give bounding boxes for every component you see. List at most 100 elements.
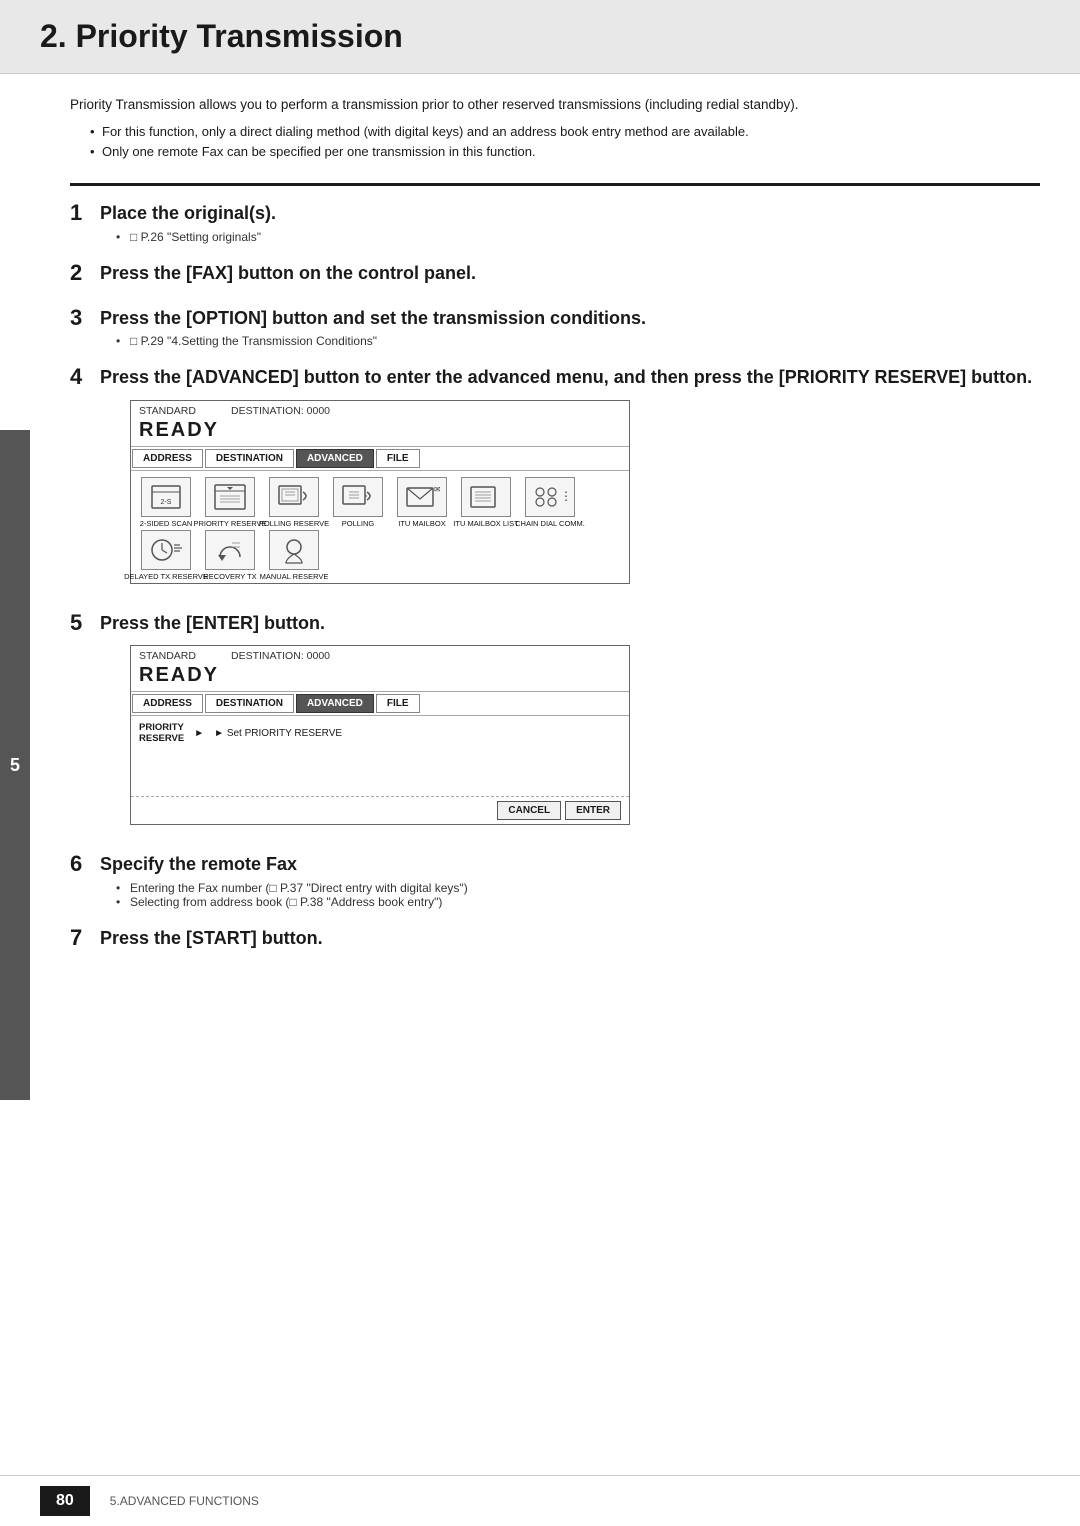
priority-row: PRIORITYRESERVE ► ► Set PRIORITY RESERVE <box>139 722 621 744</box>
screen-mockup-2: STANDARD DESTINATION: 0000 READY ADDRESS… <box>130 645 630 825</box>
step-7-title: Press the [START] button. <box>100 927 1040 950</box>
tab-advanced[interactable]: ADVANCED <box>296 449 374 468</box>
tab-2-address[interactable]: ADDRESS <box>132 694 203 713</box>
section-divider <box>70 183 1040 186</box>
step-6-subs: Entering the Fax number (□ P.37 "Direct … <box>100 881 1040 909</box>
sidebar-number: 5 <box>0 430 30 1100</box>
step-2-title: Press the [FAX] button on the control pa… <box>100 262 1040 285</box>
priority-label: PRIORITYRESERVE <box>139 722 184 744</box>
screen-2-header-left: STANDARD <box>139 650 196 662</box>
icon-polling-reserve-box <box>269 477 319 517</box>
step-2-content: Press the [FAX] button on the control pa… <box>100 262 1040 289</box>
priority-set-text: ► Set PRIORITY RESERVE <box>214 728 342 739</box>
screen-2-header: STANDARD DESTINATION: 0000 <box>131 646 629 664</box>
main-content: Priority Transmission allows you to perf… <box>30 74 1080 992</box>
icon-delayed-tx-label: DELAYED TX RESERVE <box>124 572 208 581</box>
intro-text: Priority Transmission allows you to perf… <box>70 94 1040 116</box>
tab-destination[interactable]: DESTINATION <box>205 449 294 468</box>
icon-itu-mailbox-list-box <box>461 477 511 517</box>
icon-polling-label: POLLING <box>342 519 375 528</box>
intro-bullets: For this function, only a direct dialing… <box>70 122 1040 164</box>
step-7: 7 Press the [START] button. <box>70 927 1040 954</box>
step-6-sub-1: Entering the Fax number (□ P.37 "Direct … <box>116 881 1040 895</box>
icon-itu-mailbox-label: ITU MAILBOX <box>398 519 446 528</box>
step-6-content: Specify the remote Fax Entering the Fax … <box>100 853 1040 908</box>
svg-text:⋮: ⋮ <box>560 489 568 503</box>
screen-2-header-right: DESTINATION: 0000 <box>231 650 330 662</box>
step-4: 4 Press the [ADVANCED] button to enter t… <box>70 366 1040 593</box>
intro-bullet-1: For this function, only a direct dialing… <box>90 122 1040 143</box>
step-6: 6 Specify the remote Fax Entering the Fa… <box>70 853 1040 908</box>
tab-2-advanced[interactable]: ADVANCED <box>296 694 374 713</box>
icon-manual-reserve[interactable]: MANUAL RESERVE <box>265 530 323 581</box>
icon-chain-dial-label: CHAIN DIAL COMM. <box>515 519 585 528</box>
icon-recovery-tx[interactable]: RECOVERY TX <box>201 530 259 581</box>
step-3-subs: □ P.29 "4.Setting the Transmission Condi… <box>100 334 1040 348</box>
step-1-content: Place the original(s). □ P.26 "Setting o… <box>100 202 1040 243</box>
step-1-title: Place the original(s). <box>100 202 1040 225</box>
step-1-subs: □ P.26 "Setting originals" <box>100 230 1040 244</box>
screen-1-tabs: ADDRESS DESTINATION ADVANCED FILE <box>131 446 629 471</box>
tab-file[interactable]: FILE <box>376 449 420 468</box>
step-5-title: Press the [ENTER] button. <box>100 612 1040 635</box>
step-7-number: 7 <box>70 927 100 949</box>
screen-1-icons-row-1: 2-S 2-SIDED SCAN PRIORITY RESERVE <box>131 471 629 530</box>
icon-priority-reserve[interactable]: PRIORITY RESERVE <box>201 477 259 528</box>
icon-polling-box <box>333 477 383 517</box>
priority-arrow: ► <box>194 728 204 739</box>
step-1: 1 Place the original(s). □ P.26 "Setting… <box>70 202 1040 243</box>
icon-itu-mailbox-box: ✉ <box>397 477 447 517</box>
step-3-sub-1: □ P.29 "4.Setting the Transmission Condi… <box>116 334 1040 348</box>
footer-section-text: 5.ADVANCED FUNCTIONS <box>110 1494 259 1508</box>
step-7-content: Press the [START] button. <box>100 927 1040 954</box>
icon-manual-reserve-label: MANUAL RESERVE <box>260 572 329 581</box>
tab-2-destination[interactable]: DESTINATION <box>205 694 294 713</box>
screen-2-ready: READY <box>131 664 629 691</box>
step-2: 2 Press the [FAX] button on the control … <box>70 262 1040 289</box>
footer-page-number: 80 <box>40 1486 90 1516</box>
icon-priority-reserve-box <box>205 477 255 517</box>
icon-2sided-scan[interactable]: 2-S 2-SIDED SCAN <box>137 477 195 528</box>
screen-2-tabs: ADDRESS DESTINATION ADVANCED FILE <box>131 691 629 716</box>
step-4-title: Press the [ADVANCED] button to enter the… <box>100 366 1040 389</box>
step-6-title: Specify the remote Fax <box>100 853 1040 876</box>
screen-1-header-left: STANDARD <box>139 405 196 417</box>
screen-1-icons-row-2: DELAYED TX RESERVE RECOVERY TX <box>131 530 629 583</box>
step-1-sub-1: □ P.26 "Setting originals" <box>116 230 1040 244</box>
step-3-content: Press the [OPTION] button and set the tr… <box>100 307 1040 348</box>
enter-button[interactable]: ENTER <box>565 801 621 820</box>
step-3: 3 Press the [OPTION] button and set the … <box>70 307 1040 348</box>
icon-delayed-tx-box <box>141 530 191 570</box>
icon-2sided-scan-label: 2-SIDED SCAN <box>140 519 193 528</box>
svg-text:✉: ✉ <box>434 485 440 494</box>
icon-delayed-tx[interactable]: DELAYED TX RESERVE <box>137 530 195 581</box>
step-5-content: Press the [ENTER] button. STANDARD DESTI… <box>100 612 1040 835</box>
icon-polling-reserve-label: POLLING RESERVE <box>259 519 329 528</box>
icon-polling[interactable]: POLLING <box>329 477 387 528</box>
icon-recovery-tx-box <box>205 530 255 570</box>
icon-priority-reserve-label: PRIORITY RESERVE <box>193 519 266 528</box>
cancel-button[interactable]: CANCEL <box>497 801 561 820</box>
icon-manual-reserve-box <box>269 530 319 570</box>
tab-2-file[interactable]: FILE <box>376 694 420 713</box>
icon-itu-mailbox-list-label: ITU MAILBOX LIST <box>453 519 518 528</box>
step-5: 5 Press the [ENTER] button. STANDARD DES… <box>70 612 1040 835</box>
screen-1-header: STANDARD DESTINATION: 0000 <box>131 401 629 419</box>
svg-text:2-S: 2-S <box>161 499 172 506</box>
icon-itu-mailbox[interactable]: ✉ ITU MAILBOX <box>393 477 451 528</box>
step-6-number: 6 <box>70 853 100 875</box>
screen-1-ready: READY <box>131 419 629 446</box>
icon-polling-reserve[interactable]: POLLING RESERVE <box>265 477 323 528</box>
tab-address[interactable]: ADDRESS <box>132 449 203 468</box>
icon-itu-mailbox-list[interactable]: ITU MAILBOX LIST <box>457 477 515 528</box>
step-1-number: 1 <box>70 202 100 224</box>
screen-2-body: PRIORITYRESERVE ► ► Set PRIORITY RESERVE <box>131 716 629 796</box>
page-footer: 80 5.ADVANCED FUNCTIONS <box>0 1475 1080 1526</box>
screen-1-header-right: DESTINATION: 0000 <box>231 405 330 417</box>
page-header: 2. Priority Transmission <box>0 0 1080 74</box>
step-4-content: Press the [ADVANCED] button to enter the… <box>100 366 1040 593</box>
icon-chain-dial[interactable]: ⋮ CHAIN DIAL COMM. <box>521 477 579 528</box>
screen-mockup-1: STANDARD DESTINATION: 0000 READY ADDRESS… <box>130 400 630 584</box>
step-3-title: Press the [OPTION] button and set the tr… <box>100 307 1040 330</box>
page-title: 2. Priority Transmission <box>40 18 1040 55</box>
